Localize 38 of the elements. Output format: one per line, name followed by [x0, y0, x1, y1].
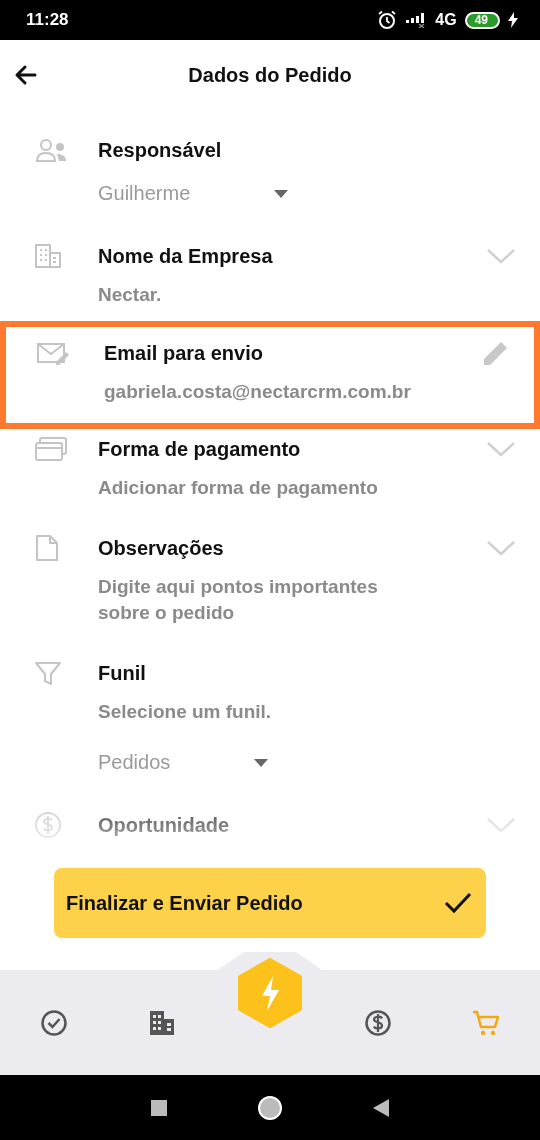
field-value: Digite aqui pontos importantes sobre o pedido [98, 575, 379, 625]
field-value: gabriela.costa@nectarcrm.com.br [104, 380, 412, 404]
field-label: Nome da Empresa [98, 244, 273, 268]
building-icon [34, 243, 62, 269]
check-circle-icon[interactable] [40, 1008, 68, 1037]
alarm-icon [377, 10, 398, 30]
field-label: Observações [98, 536, 224, 560]
field-label: Funil [98, 661, 146, 685]
battery-level: 49 [464, 11, 500, 29]
caret-down-icon [274, 189, 289, 198]
charging-icon [508, 12, 518, 28]
screen-title: Dados do Pedido [188, 63, 352, 87]
dropdown[interactable]: Guilherme [98, 172, 289, 217]
field-value: Nectar. [98, 283, 163, 307]
document-icon [34, 534, 60, 562]
field-label: Email para envio [104, 341, 263, 365]
field-label: Forma de pagamento [98, 437, 301, 461]
recents-icon[interactable] [151, 1099, 167, 1116]
caret-down-icon [254, 758, 269, 767]
field-label: Responsável [98, 138, 222, 162]
filter-icon [34, 660, 62, 686]
dollar-circle-icon[interactable] [364, 1008, 392, 1037]
mail-edit-icon [36, 340, 70, 366]
back-icon[interactable] [373, 1098, 389, 1117]
network-label: 4G [435, 11, 457, 29]
field-value: Selecione um funil. [98, 700, 273, 724]
back-arrow-icon [14, 63, 38, 87]
cards-icon [34, 436, 68, 462]
field-label: Oportunidade [98, 813, 230, 837]
checkmark-icon [444, 892, 472, 914]
building-icon[interactable] [148, 1008, 176, 1037]
dropdown[interactable]: Pedidos [98, 741, 269, 786]
field-value: Adicionar forma de pagamento [98, 476, 379, 500]
clock-time: 11:28 [26, 10, 69, 30]
submit-button[interactable]: Finalizar e Enviar Pedido [54, 868, 486, 938]
dollar-icon [34, 811, 62, 839]
people-icon [34, 137, 68, 163]
home-icon[interactable] [257, 1094, 283, 1121]
